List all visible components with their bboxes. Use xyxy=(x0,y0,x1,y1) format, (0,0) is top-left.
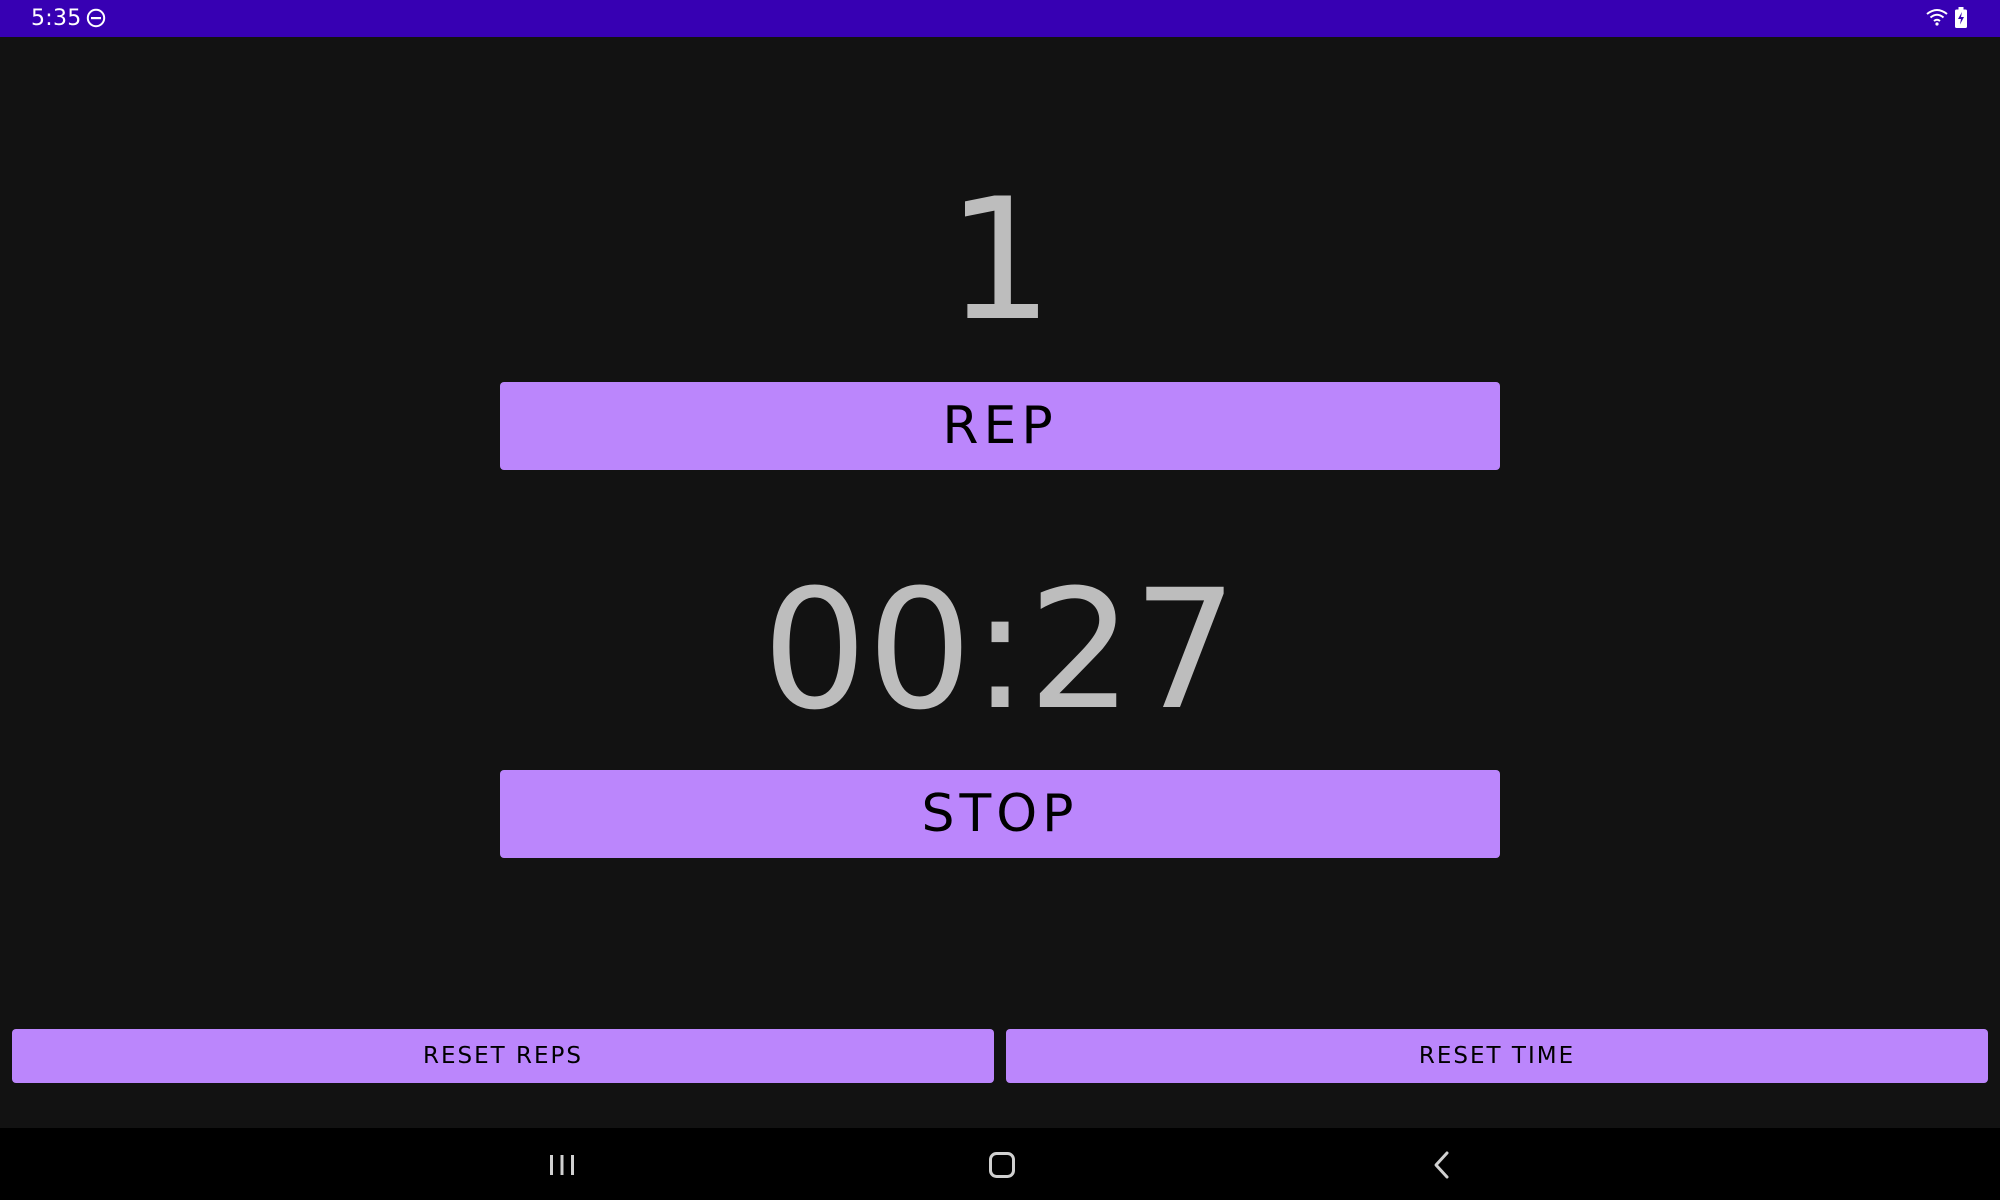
timer-display: 00:27 xyxy=(762,554,1238,746)
do-not-disturb-icon xyxy=(86,8,106,28)
reset-reps-button[interactable]: RESET REPS xyxy=(12,1029,994,1083)
rep-button[interactable]: REP xyxy=(500,382,1500,470)
recents-icon[interactable] xyxy=(544,1148,580,1182)
stop-button[interactable]: STOP xyxy=(500,770,1500,858)
back-icon[interactable] xyxy=(1426,1146,1458,1184)
status-bar: 5:35 xyxy=(0,0,2000,37)
wifi-icon xyxy=(1926,8,1948,26)
app-screen: 5:35 1 REP 00:27 STOP RESET REPS RESET T… xyxy=(0,0,2000,1200)
home-icon[interactable] xyxy=(982,1146,1022,1184)
reset-time-button[interactable]: RESET TIME xyxy=(1006,1029,1988,1083)
status-time: 5:35 xyxy=(31,6,82,31)
rep-count: 1 xyxy=(946,162,1054,358)
navigation-bar xyxy=(0,1128,2000,1200)
battery-charging-icon xyxy=(1955,7,1967,28)
